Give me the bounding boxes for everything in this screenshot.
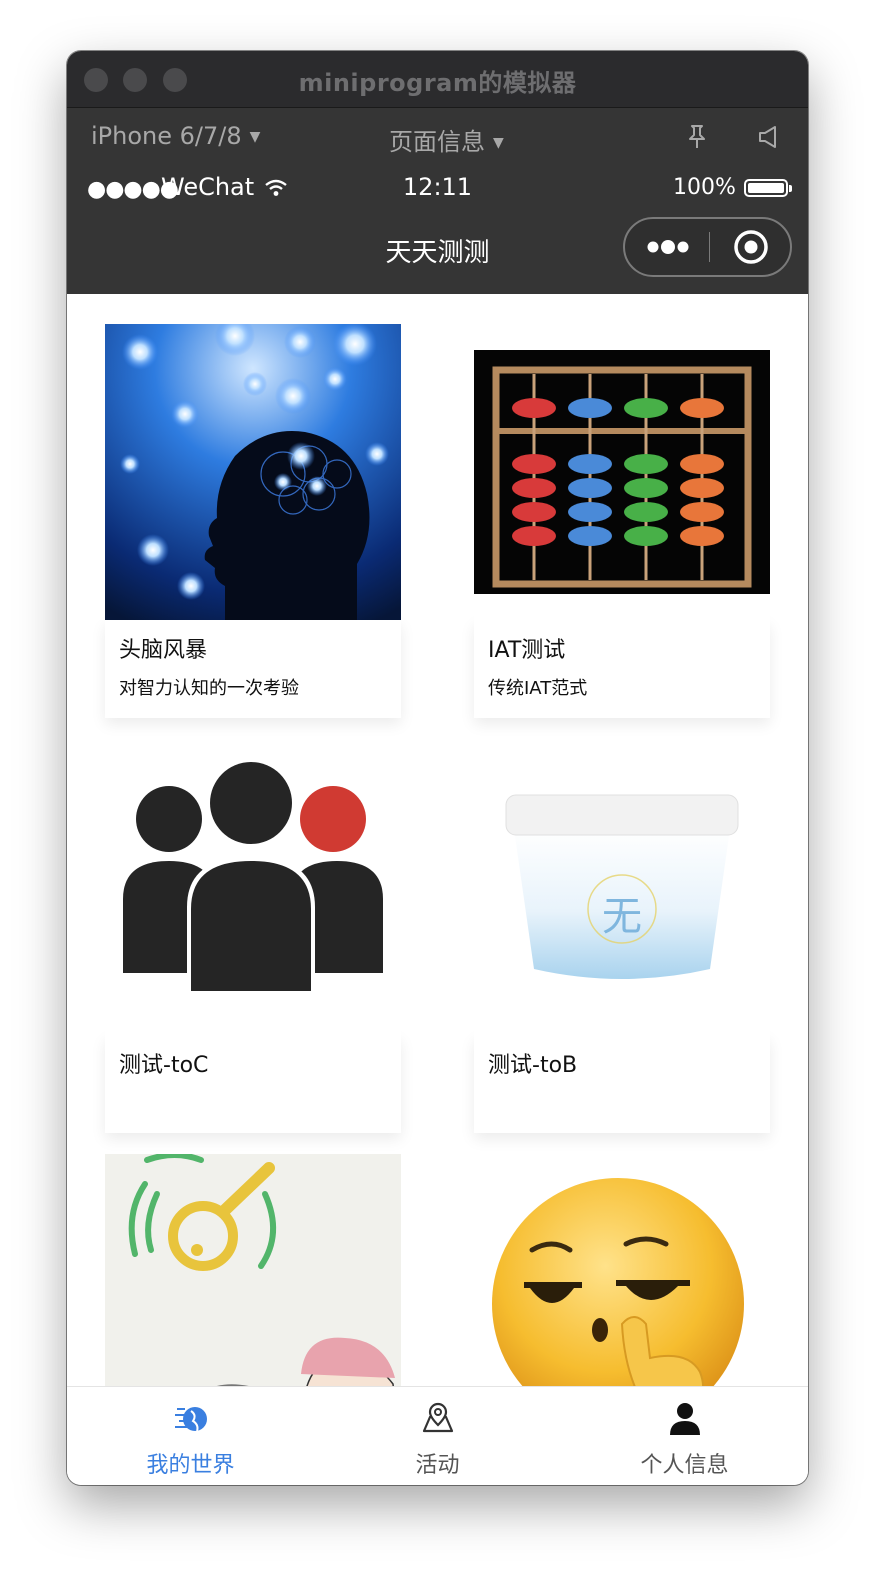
speaker-icon[interactable]: [757, 124, 781, 154]
sketch-illustration: [105, 1154, 401, 1386]
chevron-down-icon: ▼: [493, 135, 504, 151]
abacus-image: [474, 324, 770, 620]
test-card-5[interactable]: [105, 1154, 401, 1386]
test-card-brainstorm[interactable]: 头脑风暴 对智力认知的一次考验: [105, 324, 401, 718]
simulator-window: miniprogram的模拟器 iPhone 6/7/8 ▼ 页面信息 ▼ ●●●●…: [67, 51, 808, 1485]
phone-status-bar: ●●●●● WeChat 12:11 100%: [67, 168, 808, 210]
test-card-toc[interactable]: 测试-toC: [105, 739, 401, 1133]
pin-icon[interactable]: [686, 124, 708, 154]
brain-illustration: [105, 324, 401, 620]
tab-activity[interactable]: 活动: [314, 1387, 561, 1485]
tab-label: 活动: [415, 1453, 460, 1478]
yogurt-brand-text: 无: [602, 894, 642, 940]
card-info: 测试-toB: [474, 1035, 770, 1133]
card-title: 头脑风暴: [119, 638, 208, 663]
simulator-toolbar: iPhone 6/7/8 ▼ 页面信息 ▼: [67, 108, 808, 168]
battery-percent: 100%: [673, 175, 736, 200]
test-card-6[interactable]: [474, 1154, 770, 1386]
device-select[interactable]: iPhone 6/7/8 ▼: [91, 122, 260, 150]
more-menu-button[interactable]: [625, 219, 709, 275]
card-title: 测试-toC: [119, 1053, 209, 1078]
chevron-down-icon: ▼: [249, 129, 261, 145]
card-info: IAT测试 传统IAT范式: [474, 620, 770, 718]
card-title: 测试-toB: [488, 1053, 578, 1078]
map-pin-icon: [314, 1401, 561, 1437]
people-group-icon: [105, 739, 401, 1035]
capsule-divider: [709, 232, 710, 262]
world-icon: [67, 1401, 314, 1437]
card-title: IAT测试: [488, 638, 566, 663]
tab-label: 个人信息: [640, 1453, 729, 1478]
capsule-menu: [623, 217, 792, 277]
tab-label: 我的世界: [146, 1453, 235, 1478]
tab-profile[interactable]: 个人信息: [561, 1387, 808, 1485]
card-description: 对智力认知的一次考验: [119, 678, 299, 699]
test-card-tob[interactable]: 无 测试-toB: [474, 739, 770, 1133]
bottom-tab-bar: 我的世界 活动 个人信息: [67, 1386, 808, 1485]
mini-program-navbar: 天天测测: [67, 210, 808, 294]
exit-mini-program-button[interactable]: [711, 219, 791, 275]
battery-level-fill: [748, 183, 784, 193]
card-info: 测试-toC: [105, 1035, 401, 1133]
card-description: 传统IAT范式: [488, 678, 588, 699]
window-title: miniprogram的模拟器: [298, 69, 577, 97]
yogurt-cup-image: 无: [474, 739, 770, 1035]
battery-icon: [744, 179, 792, 197]
person-icon: [561, 1401, 808, 1437]
emoji-face-image: [474, 1154, 770, 1386]
page-info-select[interactable]: 页面信息 ▼: [389, 122, 504, 157]
tab-my-world[interactable]: 我的世界: [67, 1387, 314, 1485]
test-card-grid: 头脑风暴 对智力认知的一次考验 IAT测试 传统IAT范式 测试-toC 无 测…: [67, 294, 808, 1386]
window-titlebar: miniprogram的模拟器: [67, 51, 808, 108]
test-card-iat[interactable]: IAT测试 传统IAT范式: [474, 324, 770, 718]
device-select-label: iPhone 6/7/8: [91, 122, 242, 150]
card-info: 头脑风暴 对智力认知的一次考验: [105, 620, 401, 718]
page-info-label: 页面信息: [389, 128, 485, 156]
